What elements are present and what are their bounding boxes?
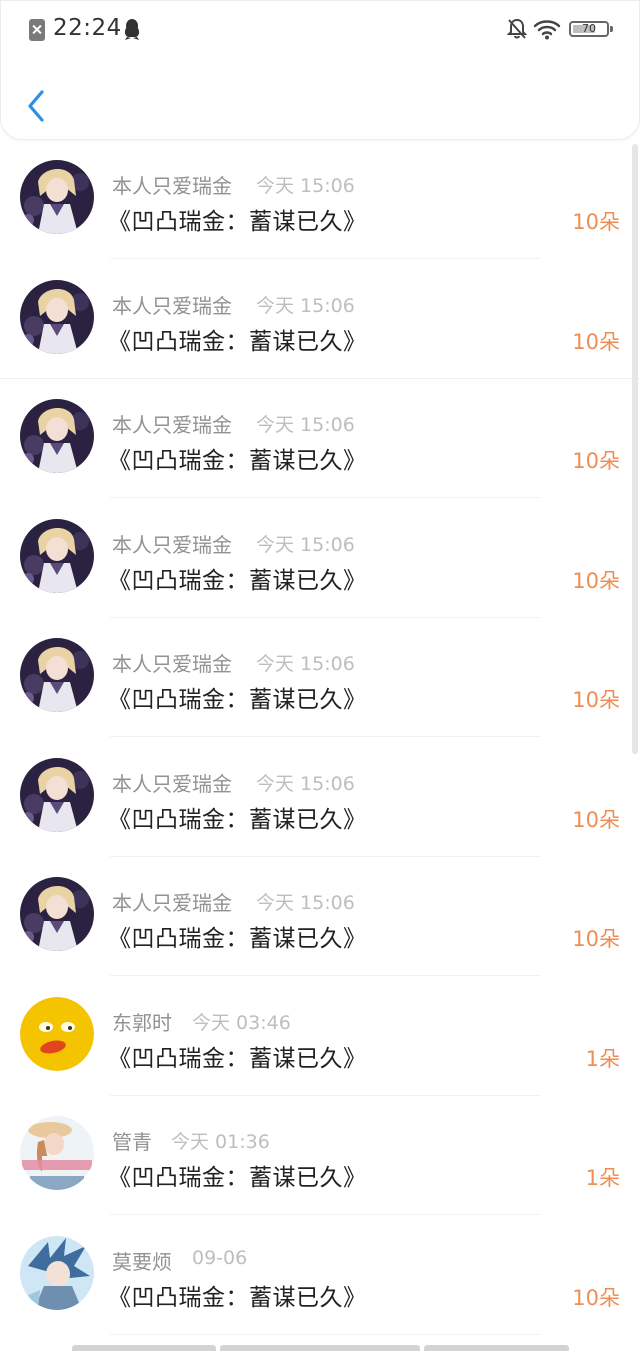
mute-icon <box>507 18 527 39</box>
username[interactable]: 本人只爱瑞金 <box>112 648 232 677</box>
timestamp: 今天 15:06 <box>256 175 355 197</box>
flower-count: 10朵 <box>572 449 620 473</box>
timestamp: 09-06 <box>192 1247 248 1269</box>
wifi-icon <box>533 20 561 40</box>
timestamp: 今天 01:36 <box>171 1131 270 1153</box>
timestamp: 今天 15:06 <box>256 773 355 795</box>
list-item[interactable]: 本人只爱瑞金 今天 15:06 《凹凸瑞金：蓄谋已久》 10朵 <box>0 260 640 379</box>
book-title[interactable]: 《凹凸瑞金：蓄谋已久》 <box>108 202 367 236</box>
book-title[interactable]: 《凹凸瑞金：蓄谋已久》 <box>108 322 367 356</box>
bottom-indicator-center <box>220 1345 420 1351</box>
username[interactable]: 本人只爱瑞金 <box>112 768 232 797</box>
row-divider <box>110 736 540 737</box>
flower-count: 10朵 <box>572 1286 620 1310</box>
list-item[interactable]: 本人只爱瑞金 今天 15:06 《凹凸瑞金：蓄谋已久》 10朵 <box>0 140 640 259</box>
book-title[interactable]: 《凹凸瑞金：蓄谋已久》 <box>108 919 367 953</box>
avatar[interactable] <box>20 877 94 951</box>
status-time: 22:24 <box>53 15 122 41</box>
flower-count: 10朵 <box>572 569 620 593</box>
username[interactable]: 本人只爱瑞金 <box>112 887 232 916</box>
list-item[interactable]: 管青 今天 01:36 《凹凸瑞金：蓄谋已久》 1朵 <box>0 1096 640 1215</box>
row-divider <box>110 1334 540 1335</box>
timestamp: 今天 15:06 <box>256 414 355 436</box>
book-title[interactable]: 《凹凸瑞金：蓄谋已久》 <box>108 1039 367 1073</box>
username[interactable]: 本人只爱瑞金 <box>112 529 232 558</box>
flower-count: 10朵 <box>572 330 620 354</box>
timestamp: 今天 15:06 <box>256 534 355 556</box>
list-item[interactable]: 本人只爱瑞金 今天 15:06 《凹凸瑞金：蓄谋已久》 10朵 <box>0 857 640 976</box>
avatar[interactable] <box>20 638 94 712</box>
book-title[interactable]: 《凹凸瑞金：蓄谋已久》 <box>108 1158 367 1192</box>
avatar[interactable] <box>20 280 94 354</box>
avatar[interactable] <box>20 997 94 1071</box>
avatar[interactable] <box>20 160 94 234</box>
flower-count: 10朵 <box>572 808 620 832</box>
username[interactable]: 本人只爱瑞金 <box>112 290 232 319</box>
sim-off-icon <box>29 19 45 41</box>
avatar[interactable] <box>20 1236 94 1310</box>
qq-notification-icon <box>124 19 140 40</box>
username[interactable]: 本人只爱瑞金 <box>112 170 232 199</box>
row-divider <box>110 975 540 976</box>
battery-icon: 70 <box>569 21 613 37</box>
bottom-indicator-left <box>72 1345 216 1351</box>
flower-count: 1朵 <box>585 1166 620 1190</box>
book-title[interactable]: 《凹凸瑞金：蓄谋已久》 <box>108 1278 367 1312</box>
avatar[interactable] <box>20 758 94 832</box>
chevron-left-icon <box>28 90 44 122</box>
avatar[interactable] <box>20 519 94 593</box>
flower-count: 10朵 <box>572 688 620 712</box>
username[interactable]: 莫要烦 <box>112 1246 172 1275</box>
scrollbar[interactable] <box>632 144 638 754</box>
list-item[interactable]: 本人只爱瑞金 今天 15:06 《凹凸瑞金：蓄谋已久》 10朵 <box>0 738 640 857</box>
book-title[interactable]: 《凹凸瑞金：蓄谋已久》 <box>108 561 367 595</box>
username[interactable]: 本人只爱瑞金 <box>112 409 232 438</box>
list-item[interactable]: 东郭时 今天 03:46 《凹凸瑞金：蓄谋已久》 1朵 <box>0 977 640 1096</box>
avatar[interactable] <box>20 1116 94 1190</box>
flower-count: 10朵 <box>572 927 620 951</box>
list-item[interactable]: 莫要烦 09-06 《凹凸瑞金：蓄谋已久》 10朵 <box>0 1216 640 1335</box>
row-divider <box>110 1214 540 1215</box>
row-divider <box>110 497 540 498</box>
username[interactable]: 东郭时 <box>112 1007 172 1036</box>
bottom-indicator-right <box>424 1345 569 1351</box>
flower-count: 10朵 <box>572 210 620 234</box>
username[interactable]: 管青 <box>112 1126 152 1155</box>
status-bar: 22:24 70 <box>1 1 640 59</box>
book-title[interactable]: 《凹凸瑞金：蓄谋已久》 <box>108 441 367 475</box>
battery-percent: 70 <box>582 22 596 35</box>
gift-record-list[interactable]: 本人只爱瑞金 今天 15:06 《凹凸瑞金：蓄谋已久》 10朵 本人只爱瑞金 今天 15:… <box>0 140 640 1351</box>
top-bar: 22:24 70 <box>0 0 640 140</box>
book-title[interactable]: 《凹凸瑞金：蓄谋已久》 <box>108 680 367 714</box>
book-title[interactable]: 《凹凸瑞金：蓄谋已久》 <box>108 800 367 834</box>
list-item[interactable]: 本人只爱瑞金 今天 15:06 《凹凸瑞金：蓄谋已久》 10朵 <box>0 618 640 737</box>
avatar[interactable] <box>20 399 94 473</box>
timestamp: 今天 15:06 <box>256 295 355 317</box>
row-divider <box>110 258 540 259</box>
timestamp: 今天 03:46 <box>192 1012 291 1034</box>
back-button[interactable] <box>19 83 53 129</box>
list-item[interactable]: 本人只爱瑞金 今天 15:06 《凹凸瑞金：蓄谋已久》 10朵 <box>0 379 640 498</box>
list-item[interactable]: 本人只爱瑞金 今天 15:06 《凹凸瑞金：蓄谋已久》 10朵 <box>0 499 640 618</box>
flower-count: 1朵 <box>585 1047 620 1071</box>
timestamp: 今天 15:06 <box>256 653 355 675</box>
timestamp: 今天 15:06 <box>256 892 355 914</box>
